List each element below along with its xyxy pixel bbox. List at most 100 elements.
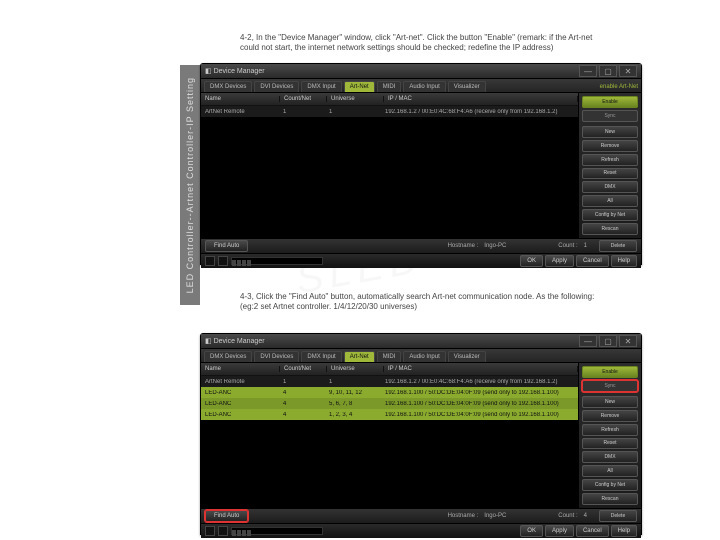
side-panel: Enable Sync New Remove Refresh Reset DMX…	[578, 93, 641, 238]
apply-button[interactable]: Apply	[545, 525, 574, 537]
cell-universe: 1, 2, 3, 4	[325, 412, 381, 418]
dmx-button[interactable]: DMX	[582, 451, 638, 463]
dmx-button[interactable]: DMX	[582, 181, 638, 193]
col-count[interactable]: Count/Net	[280, 96, 327, 102]
table-row[interactable]: LED-ANC49, 10, 11, 12192.168.1.100 / 50:…	[201, 387, 578, 398]
progress-meter	[231, 527, 323, 535]
cell-ip: 192.168.1.2 / 00:E0:4C:68:F4:A6 (receive…	[381, 109, 578, 115]
tab-dvi-devices[interactable]: DVI Devices	[254, 81, 299, 92]
col-ip[interactable]: IP / MAC	[384, 366, 578, 372]
ok-button[interactable]: OK	[520, 255, 543, 267]
table-row[interactable]: ArtNet Remote11192.168.1.2 / 00:E0:4C:68…	[201, 376, 578, 387]
reset-button[interactable]: Reset	[582, 168, 638, 180]
tab-art-net[interactable]: Art-Net	[344, 351, 375, 362]
device-manager-window-2: ◧ Device Manager — ▢ ✕ DMX Devices DVI D…	[200, 333, 642, 535]
maximize-button[interactable]: ▢	[599, 65, 617, 77]
tab-midi[interactable]: MIDI	[377, 81, 402, 92]
maximize-button[interactable]: ▢	[599, 335, 617, 347]
tab-visualizer[interactable]: Visualizer	[448, 351, 486, 362]
table-row[interactable]: ArtNet Remote 1 1 192.168.1.2 / 00:E0:4C…	[201, 106, 578, 117]
cell-ip: 192.168.1.100 / 50:DC:DE:04:0F:09 (send …	[381, 412, 578, 418]
help-button[interactable]: Help	[611, 255, 637, 267]
side-panel: Enable Sync New Remove Refresh Reset DMX…	[578, 363, 641, 508]
tab-dmx-input[interactable]: DMX Input	[301, 351, 341, 362]
cell-name: ArtNet Remote	[201, 379, 279, 385]
ok-button[interactable]: OK	[520, 525, 543, 537]
apply-button[interactable]: Apply	[545, 255, 574, 267]
tab-art-net[interactable]: Art-Net	[344, 81, 375, 92]
instruction-4-3: 4-3, Click the "Find Auto" button, autom…	[240, 292, 610, 313]
cell-ip: 192.168.1.2 / 00:E0:4C:68:F4:A6 (receive…	[381, 379, 578, 385]
col-name[interactable]: Name	[201, 366, 280, 372]
indicator-icon	[205, 526, 215, 536]
help-button[interactable]: Help	[611, 525, 637, 537]
tab-dvi-devices[interactable]: DVI Devices	[254, 351, 299, 362]
close-button[interactable]: ✕	[619, 65, 637, 77]
sync-button[interactable]: Sync	[582, 110, 638, 122]
all-button[interactable]: All	[582, 195, 638, 207]
device-table: Name Count/Net Universe IP / MAC ArtNet …	[201, 363, 578, 508]
doc-sidebar-label: LED Controller--Artnet Controller-IP Set…	[185, 77, 195, 293]
minimize-button[interactable]: —	[579, 335, 597, 347]
enable-button[interactable]: Enable	[582, 366, 638, 378]
refresh-button[interactable]: Refresh	[582, 424, 638, 436]
cell-universe: 5, 6, 7, 8	[325, 401, 381, 407]
tab-dmx-devices[interactable]: DMX Devices	[204, 81, 252, 92]
cell-universe: 9, 10, 11, 12	[325, 390, 381, 396]
config-button[interactable]: Config by Net	[582, 479, 638, 491]
window-title: Device Manager	[214, 338, 265, 345]
table-row[interactable]: LED-ANC45, 6, 7, 8192.168.1.100 / 50:DC:…	[201, 398, 578, 409]
config-button[interactable]: Config by Net	[582, 209, 638, 221]
hostname-label: Hostname :	[448, 513, 479, 519]
count-value: 1	[584, 243, 587, 249]
new-button[interactable]: New	[582, 126, 638, 138]
titlebar[interactable]: ◧ Device Manager — ▢ ✕	[201, 64, 641, 79]
all-button[interactable]: All	[582, 465, 638, 477]
rescan-button[interactable]: Rescan	[582, 223, 638, 235]
close-button[interactable]: ✕	[619, 335, 637, 347]
titlebar[interactable]: ◧ Device Manager — ▢ ✕	[201, 334, 641, 349]
indicator-icon	[218, 256, 228, 266]
tab-visualizer[interactable]: Visualizer	[448, 81, 486, 92]
remove-button[interactable]: Remove	[582, 140, 638, 152]
col-count[interactable]: Count/Net	[280, 366, 327, 372]
status-bar: Find Auto Hostname : Ingo-PC Count : 1 D…	[201, 238, 641, 253]
tab-audio-input[interactable]: Audio Input	[403, 351, 445, 362]
enable-artnet-label: enable Art-Net	[600, 84, 638, 90]
cancel-button[interactable]: Cancel	[576, 525, 609, 537]
delete-button[interactable]: Delete	[599, 240, 637, 252]
enable-button[interactable]: Enable	[582, 96, 638, 108]
reset-button[interactable]: Reset	[582, 438, 638, 450]
new-button[interactable]: New	[582, 396, 638, 408]
cell-count: 4	[279, 412, 325, 418]
minimize-button[interactable]: —	[579, 65, 597, 77]
doc-sidebar: LED Controller--Artnet Controller-IP Set…	[180, 65, 200, 305]
tab-audio-input[interactable]: Audio Input	[403, 81, 445, 92]
cancel-button[interactable]: Cancel	[576, 255, 609, 267]
tab-dmx-input[interactable]: DMX Input	[301, 81, 341, 92]
tab-midi[interactable]: MIDI	[377, 351, 402, 362]
refresh-button[interactable]: Refresh	[582, 154, 638, 166]
find-auto-button[interactable]: Find Auto	[205, 510, 248, 522]
indicator-icon	[218, 526, 228, 536]
col-name[interactable]: Name	[201, 96, 280, 102]
delete-button[interactable]: Delete	[599, 510, 637, 522]
window-title: Device Manager	[214, 68, 265, 75]
col-ip[interactable]: IP / MAC	[384, 96, 578, 102]
tab-dmx-devices[interactable]: DMX Devices	[204, 351, 252, 362]
find-auto-button[interactable]: Find Auto	[205, 240, 248, 252]
cell-name: ArtNet Remote	[201, 109, 279, 115]
count-value: 4	[584, 513, 587, 519]
table-header: Name Count/Net Universe IP / MAC	[201, 363, 578, 376]
sync-button[interactable]: Sync	[582, 380, 638, 392]
remove-button[interactable]: Remove	[582, 410, 638, 422]
col-universe[interactable]: Universe	[327, 96, 384, 102]
cell-name: LED-ANC	[201, 412, 279, 418]
col-universe[interactable]: Universe	[327, 366, 384, 372]
rescan-button[interactable]: Rescan	[582, 493, 638, 505]
cell-universe: 1	[325, 379, 381, 385]
table-row[interactable]: LED-ANC41, 2, 3, 4192.168.1.100 / 50:DC:…	[201, 409, 578, 420]
cell-count: 4	[279, 390, 325, 396]
cell-count: 1	[279, 109, 325, 115]
status-bar: Find Auto Hostname : Ingo-PC Count : 4 D…	[201, 508, 641, 523]
